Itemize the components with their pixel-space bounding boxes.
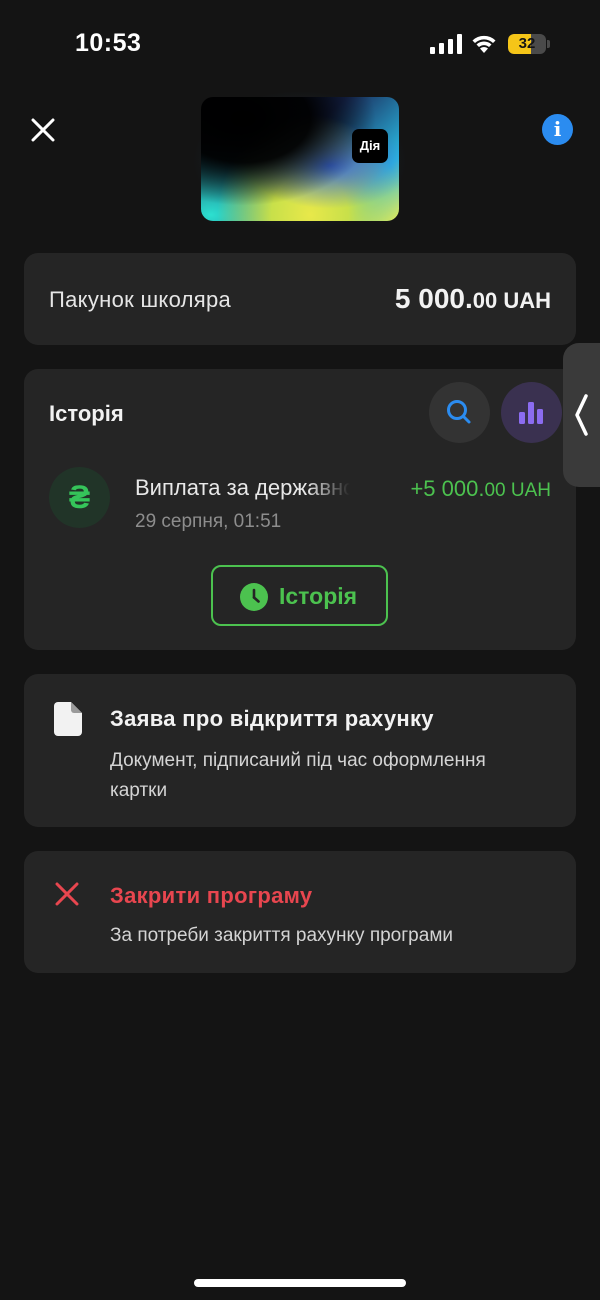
document-description: Документ, підписаний під час оформлення … [110,750,486,801]
transaction-amount-main: +5 000. [410,476,485,501]
statistics-button[interactable] [501,382,562,443]
close-x-icon [55,882,79,906]
history-button[interactable]: Історія [211,565,388,626]
close-icon[interactable] [26,113,60,147]
transaction-amount-cents: 00 UAH [484,480,551,501]
cellular-signal-icon [430,34,462,54]
program-card-image[interactable]: Дія [201,97,399,221]
side-drawer-handle[interactable] [563,343,600,487]
document-icon [54,702,82,736]
close-program-item[interactable]: Закрити програму За потреби закриття рах… [24,851,576,973]
transaction-title: Виплата за державною програмою [135,475,350,500]
close-program-title: Закрити програму [110,883,313,908]
balance-amount: 5 000.00 UAH [395,283,551,315]
clock-icon [240,583,268,611]
transaction-date: 29 серпня, 01:51 [135,511,282,532]
battery-level: 32 [518,35,536,52]
home-indicator[interactable] [194,1279,406,1287]
document-title: Заява про відкриття рахунку [110,706,434,731]
wifi-icon [472,35,496,53]
battery-cap [547,40,550,48]
balance-amount-main: 5 000. [394,283,473,314]
status-time: 10:53 [75,29,142,57]
history-title: Історія [49,401,124,426]
history-panel: Історія ₴ Виплата за державною програмою… [24,369,576,650]
status-bar: 10:53 32 [0,0,600,90]
battery-indicator: 32 [508,34,546,54]
search-button[interactable] [429,382,490,443]
search-icon [447,400,471,424]
account-application-item[interactable]: Заява про відкриття рахунку Документ, пі… [24,674,576,827]
chevron-left-icon [575,394,588,436]
balance-amount-cents: 00 UAH [472,288,551,313]
close-program-description: За потреби закриття рахунку програми [110,925,453,946]
bar-chart-icon [519,402,543,424]
info-icon[interactable]: i [542,114,573,145]
screen: 10:53 32 Дія i Пакунок школяра 5 000.00 … [0,0,600,1300]
hryvnia-icon: ₴ [49,467,110,528]
transaction-amount: +5 000.00 UAH [410,476,551,502]
balance-label: Пакунок школяра [49,287,232,312]
history-button-label: Історія [279,583,358,609]
balance-panel: Пакунок школяра 5 000.00 UAH [24,253,576,345]
diia-logo: Дія [352,129,388,163]
